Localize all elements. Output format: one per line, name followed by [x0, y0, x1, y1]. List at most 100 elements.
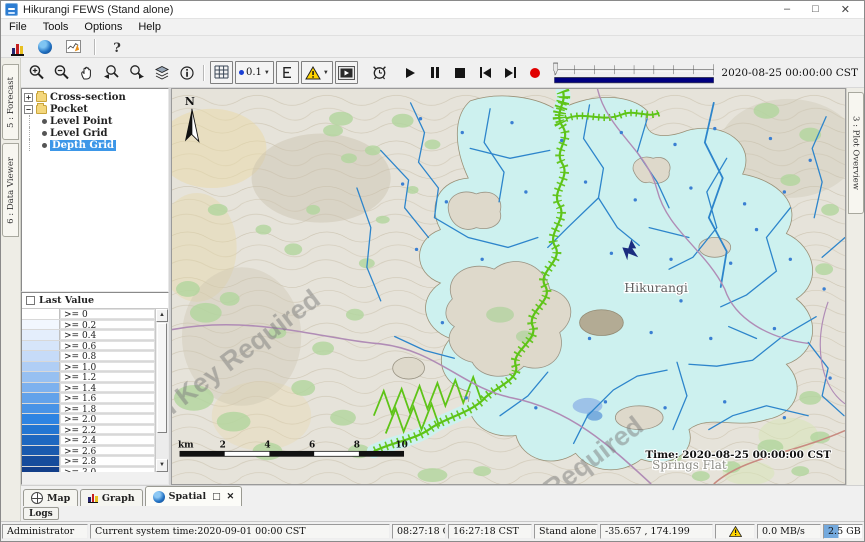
warning-icon [305, 66, 321, 80]
info-button[interactable] [175, 61, 198, 84]
legend-color-swatch [22, 414, 60, 424]
legend-row: >= 1.4 [22, 383, 155, 394]
menu-file[interactable]: File [9, 21, 27, 33]
play-button[interactable] [399, 61, 422, 84]
skip-to-end-button[interactable] [499, 61, 522, 84]
scroll-up-button[interactable]: ▲ [156, 309, 168, 322]
tree-item-level-point[interactable]: Level Point [24, 115, 168, 127]
tab-spatial[interactable]: Spatial □ ✕ [145, 486, 242, 506]
maximize-button[interactable]: □ [812, 3, 819, 16]
legend-color-swatch [22, 309, 60, 319]
legend-value-label: >= 2.4 [60, 435, 155, 445]
tab-forecast[interactable]: 5 : Forecast [2, 64, 19, 140]
time-series-display-button[interactable] [63, 38, 83, 56]
layers-button[interactable] [150, 61, 173, 84]
tab-maximize-button[interactable]: □ [212, 492, 221, 502]
legend-scrollbar[interactable]: ▲ ▼ [155, 309, 168, 472]
application-window: Hikurangi FEWS (Stand alone) – □ ✕ File … [0, 0, 865, 542]
stop-button[interactable] [449, 61, 472, 84]
folder-icon [36, 105, 47, 114]
legend-row: >= 2.4 [22, 435, 155, 446]
chart-icon [66, 40, 81, 53]
legend-color-swatch [22, 341, 60, 351]
tree-connector [29, 115, 39, 127]
grid-icon [214, 65, 229, 80]
scrollbar-thumb[interactable] [157, 323, 167, 433]
right-tab-strip: 3 : Plot Overview [846, 88, 864, 485]
timeline-slider[interactable] [553, 62, 716, 84]
movie-icon [338, 66, 355, 80]
legend-row: >= 2.6 [22, 446, 155, 457]
zoom-next-button[interactable] [125, 61, 148, 84]
timeline-track [553, 62, 716, 84]
warning-threshold-dropdown[interactable]: ▼ [301, 61, 333, 84]
legend-header: Last Value [22, 293, 168, 309]
status-system-time: Current system time:2020-09-01 00:00 CST [90, 524, 390, 539]
menu-tools[interactable]: Tools [43, 21, 69, 33]
longitudinal-profile-button[interactable] [276, 61, 299, 84]
contour-interval-dropdown[interactable]: 0.1 ▼ [235, 61, 274, 84]
pause-icon [431, 67, 439, 78]
scroll-down-button[interactable]: ▼ [156, 459, 168, 472]
legend-color-swatch [22, 404, 60, 414]
skip-to-start-button[interactable] [474, 61, 497, 84]
pause-button[interactable] [424, 61, 447, 84]
scale-tick-label: 2 [220, 440, 226, 450]
animation-export-button[interactable] [335, 61, 358, 84]
tab-data-viewer[interactable]: 6 : Data Viewer [2, 143, 19, 237]
tree-item-cross-section[interactable]: + Cross-section [24, 91, 168, 103]
tree-connector [29, 139, 39, 151]
tree-item-pocket[interactable]: − Pocket [24, 103, 168, 115]
legend-value-label: >= 1.2 [60, 372, 155, 382]
collapse-icon[interactable]: − [24, 105, 33, 114]
contour-interval-value: 0.1 [246, 67, 262, 78]
expand-icon[interactable]: + [24, 93, 33, 102]
legend-value-label: >= 1.8 [60, 404, 155, 414]
legend-color-scale[interactable]: >= 0 >= 0.2 [22, 309, 155, 472]
skip-end-icon [505, 67, 516, 78]
zoom-previous-button[interactable] [100, 61, 123, 84]
tab-map[interactable]: Map [23, 489, 78, 506]
pan-button[interactable] [75, 61, 98, 84]
legend-value-label: >= 0.2 [60, 320, 155, 330]
record-button[interactable] [524, 61, 547, 84]
tab-graph[interactable]: Graph [80, 489, 142, 506]
legend-value-label: >= 1.6 [60, 393, 155, 403]
deep-water-patch [587, 411, 603, 421]
last-value-checkbox[interactable] [26, 296, 35, 305]
north-label: N [185, 95, 195, 108]
zoom-out-button[interactable] [50, 61, 73, 84]
map-display-button[interactable] [35, 38, 55, 56]
close-button[interactable]: ✕ [841, 3, 850, 16]
legend-color-swatch [22, 320, 60, 330]
minimize-button[interactable]: – [784, 3, 790, 16]
last-value-label: Last Value [39, 295, 94, 306]
map-canvas[interactable]: API Key Required API Key Required N km 2… [171, 88, 846, 485]
help-button[interactable]: ? [107, 38, 127, 56]
layer-tree[interactable]: + Cross-section − Pocket Level P [21, 88, 169, 292]
status-warning-cell[interactable] [715, 524, 755, 539]
grid-display-button[interactable] [210, 61, 233, 84]
legend-row: >= 2.0 [22, 414, 155, 425]
timer-button[interactable] [368, 61, 391, 84]
tab-close-button[interactable]: ✕ [227, 492, 235, 502]
tab-plot-overview[interactable]: 3 : Plot Overview [848, 92, 864, 214]
skip-start-icon [480, 67, 491, 78]
tree-item-depth-grid[interactable]: Depth Grid [24, 139, 168, 151]
menu-options[interactable]: Options [84, 21, 122, 33]
app-logo-icon [5, 3, 18, 16]
tree-label: Level Grid [50, 128, 107, 139]
zoom-in-button[interactable] [25, 61, 48, 84]
tree-item-level-grid[interactable]: Level Grid [24, 127, 168, 139]
legend-color-swatch [22, 351, 60, 361]
database-viewer-button[interactable] [7, 38, 27, 56]
globe-icon [38, 40, 52, 54]
legend-row: >= 0.2 [22, 320, 155, 331]
legend-value-label: >= 2.0 [60, 414, 155, 424]
menu-help[interactable]: Help [138, 21, 161, 33]
logs-button[interactable]: Logs [23, 507, 59, 520]
bullet-icon [42, 119, 47, 124]
scale-tick-label: 6 [309, 440, 315, 450]
tree-label: Cross-section [50, 92, 126, 103]
contour-dot-icon [239, 70, 244, 75]
